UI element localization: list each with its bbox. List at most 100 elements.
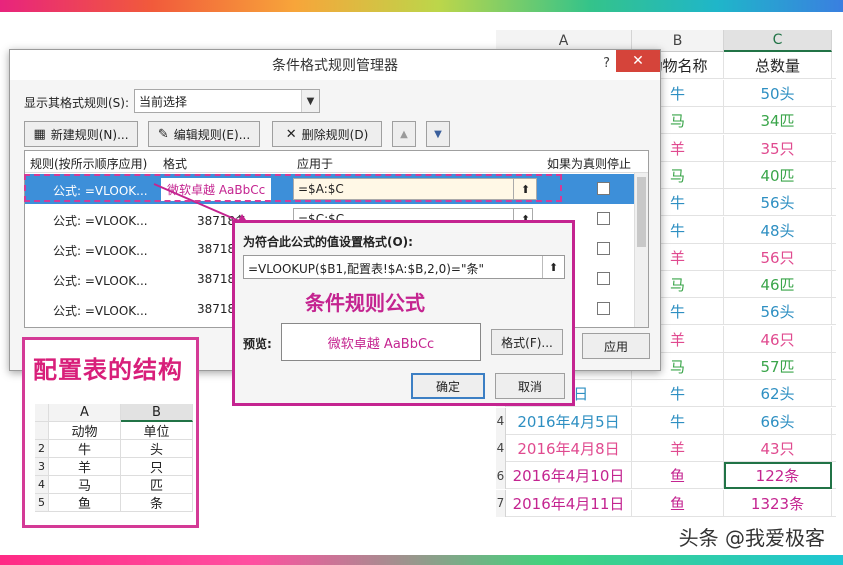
config-row: 4马匹 (35, 476, 193, 494)
animal-cell[interactable]: 鱼 (632, 462, 724, 490)
quantity-cell[interactable]: 56头 (724, 189, 832, 217)
date-cell[interactable]: 2016年4月8日 (506, 434, 632, 462)
new-rule-button[interactable]: ▦ 新建规则(N)... (24, 121, 138, 147)
stop-if-true-checkbox[interactable] (597, 182, 610, 195)
dialog-title: 条件格式规则管理器 (272, 58, 398, 74)
rule-formula: 公式: =VLOOK... (53, 304, 148, 318)
stop-if-true-checkbox[interactable] (597, 242, 610, 255)
config-row-number: 4 (35, 476, 49, 494)
config-row-number: 3 (35, 458, 49, 476)
quantity-cell[interactable]: 62头 (724, 380, 832, 408)
animal-cell[interactable]: 羊 (632, 434, 724, 462)
quantity-cell[interactable]: 46匹 (724, 271, 832, 299)
edit-formula-dialog: 为符合此公式的值设置格式(O): =VLOOKUP($B1,配置表!$A:$B,… (232, 220, 575, 406)
date-cell[interactable]: 2016年4月5日 (506, 407, 632, 435)
animal-cell[interactable]: 牛 (632, 407, 724, 435)
ok-button[interactable]: 确定 (411, 373, 485, 399)
move-up-button[interactable]: ▲ (392, 121, 416, 147)
close-icon[interactable]: ✕ (616, 50, 660, 72)
delete-rule-button[interactable]: ✕ 删除规则(D) (272, 121, 382, 147)
row-number[interactable]: 4 (496, 407, 506, 435)
new-rule-label: 新建规则(N)... (50, 127, 129, 142)
show-rules-select[interactable]: 当前选择 ▼ (134, 89, 320, 113)
rule-format-preview: 38718 (197, 242, 236, 256)
move-down-button[interactable]: ▼ (426, 121, 450, 147)
quantity-cell[interactable]: 57匹 (724, 353, 832, 380)
quantity-cell[interactable]: 50头 (724, 80, 832, 107)
config-row: 动物 单位 (35, 422, 193, 440)
rule-format-preview: 38718 (197, 272, 236, 286)
scrollbar-thumb[interactable] (637, 177, 646, 247)
rule-formula: 公式: =VLOOK... (53, 214, 148, 228)
animal-cell[interactable]: 鱼 (632, 489, 724, 517)
col-format-header: 格式 (163, 157, 188, 171)
quantity-cell[interactable]: 48头 (724, 216, 832, 244)
row-number[interactable]: 4 (496, 434, 506, 462)
quantity-cell[interactable]: 66头 (724, 407, 832, 435)
edit-rule-icon: ✎ (157, 126, 169, 142)
date-cell[interactable]: 2016年4月11日 (506, 489, 632, 517)
preview-box: 微软卓越 AaBbCc (281, 323, 481, 361)
quantity-cell[interactable]: 1323条 (724, 489, 832, 517)
config-cell-a: 鱼 (49, 494, 121, 512)
preview-label: 预览: (243, 337, 272, 351)
config-cell-b: 只 (121, 458, 193, 476)
new-rule-icon: ▦ (33, 126, 46, 142)
col-apply-header: 应用于 (297, 157, 334, 171)
stop-if-true-checkbox[interactable] (597, 272, 610, 285)
quantity-cell[interactable]: 46只 (724, 325, 832, 353)
date-cell[interactable]: 2016年4月10日 (506, 462, 632, 490)
config-row: 2牛头 (35, 440, 193, 458)
top-color-stripe (0, 0, 843, 12)
formula-label: 为符合此公式的值设置格式(O): (243, 235, 413, 249)
stop-if-true-checkbox[interactable] (597, 302, 610, 315)
row-number[interactable]: 7 (496, 489, 506, 517)
header-cell-c[interactable]: 总数量 (724, 52, 832, 79)
quantity-cell[interactable]: 56只 (724, 243, 832, 271)
config-cell-a: 牛 (49, 440, 121, 458)
chevron-down-icon[interactable]: ▼ (301, 90, 319, 112)
show-rules-value: 当前选择 (139, 94, 188, 109)
config-cell-a: 动物 (49, 422, 121, 440)
config-col-b: B (121, 404, 193, 422)
column-header-c[interactable]: C (724, 30, 832, 52)
rule-formula: 公式: =VLOOK... (53, 274, 148, 288)
config-cell-b: 条 (121, 494, 193, 512)
config-row-number (35, 422, 49, 440)
formula-text: =VLOOKUP($B1,配置表!$A:$B,2,0)="条" (248, 262, 485, 276)
config-cell-a: 马 (49, 476, 121, 494)
show-rules-label: 显示其格式规则(S): (24, 96, 130, 110)
stop-if-true-checkbox[interactable] (597, 212, 610, 225)
quantity-cell[interactable]: 122条 (724, 462, 832, 490)
config-cell-a: 羊 (49, 458, 121, 476)
format-button[interactable]: 格式(F)... (491, 329, 563, 355)
cancel-button[interactable]: 取消 (495, 373, 565, 399)
table-row: 4 2016年4月8日羊 43只 (496, 434, 836, 462)
config-row: 3羊只 (35, 458, 193, 476)
table-row: 4 2016年4月5日牛 66头 (496, 407, 836, 435)
rules-scrollbar[interactable] (634, 173, 648, 327)
edit-rule-button[interactable]: ✎ 编辑规则(E)... (148, 121, 260, 147)
help-icon[interactable]: ? (603, 56, 610, 71)
col-rule-header: 规则(按所示顺序应用) (30, 157, 148, 171)
row-number[interactable]: 6 (496, 462, 506, 490)
config-table-callout: 配置表的结构 A B 动物 单位 2 牛头 3 羊只 4 马匹 5 鱼条 (22, 337, 199, 528)
quantity-cell[interactable]: 40匹 (724, 161, 832, 189)
quantity-cell[interactable]: 43只 (724, 434, 832, 462)
config-cell-b: 单位 (121, 422, 193, 440)
table-row: 7 2016年4月11日鱼 1323条 (496, 489, 836, 517)
animal-cell[interactable]: 牛 (632, 380, 724, 408)
formula-caption: 条件规则公式 (305, 291, 425, 315)
delete-icon: ✕ (285, 126, 297, 142)
collapse-up-icon[interactable]: ⬆ (542, 256, 564, 278)
formula-input[interactable]: =VLOOKUP($B1,配置表!$A:$B,2,0)="条" ⬆ (243, 255, 565, 279)
rules-list-header: 规则(按所示顺序应用) 格式 应用于 如果为真则停止 (25, 151, 648, 173)
config-title: 配置表的结构 (33, 356, 183, 384)
quantity-cell[interactable]: 35只 (724, 134, 832, 162)
config-col-a: A (49, 404, 121, 422)
config-row: 5鱼条 (35, 494, 193, 512)
apply-button[interactable]: 应用 (582, 333, 650, 359)
config-cell-b: 头 (121, 440, 193, 458)
quantity-cell[interactable]: 34匹 (724, 107, 832, 135)
quantity-cell[interactable]: 56头 (724, 298, 832, 326)
